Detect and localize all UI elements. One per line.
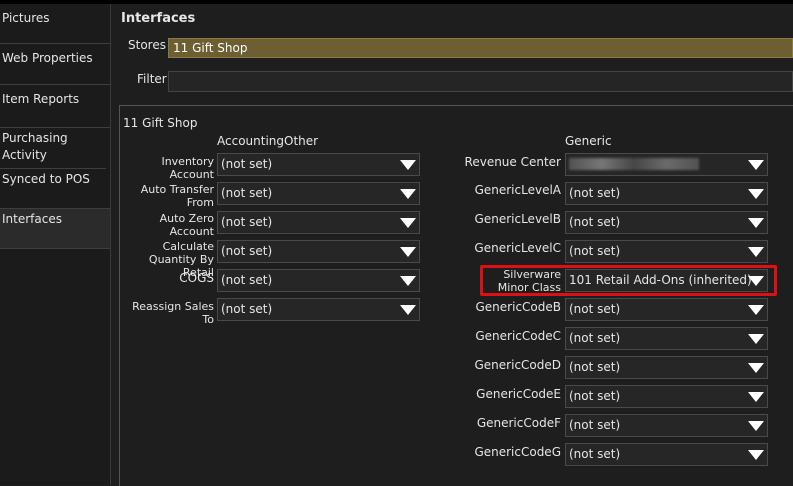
chevron-down-icon [400,218,416,228]
chevron-down-icon [748,363,764,373]
generic-level-c-dropdown[interactable]: (not set) [565,240,768,263]
generic-code-b-label: GenericCodeB [475,300,562,314]
chevron-down-icon [748,160,764,170]
stores-input[interactable]: 11 Gift Shop [168,38,793,58]
generic-level-a-label: GenericLevelA [474,183,561,197]
chevron-down-icon [400,189,416,199]
chevron-down-icon [748,392,764,402]
chevron-down-icon [748,189,764,199]
generic-code-d-label: GenericCodeD [474,358,562,372]
chevron-down-icon [400,305,416,315]
auto-transfer-from-dropdown[interactable]: (not set) [217,182,420,205]
panel-title: 11 Gift Shop [123,116,198,130]
accounting-other-heading: AccountingOther [217,134,319,148]
reassign-sales-to-label: Reassign Sales To [132,300,214,326]
chevron-down-icon [748,334,764,344]
sidebar-item-label: Web Properties [2,51,93,65]
generic-code-g-dropdown[interactable]: (not set) [565,443,768,466]
inventory-account-label: Inventory Account [161,155,214,181]
generic-code-c-dropdown[interactable]: (not set) [565,327,768,350]
auto-transfer-from-label: Auto Transfer From [140,183,214,209]
auto-zero-account-dropdown[interactable]: (not set) [217,211,420,234]
sidebar: Pictures Web Properties Item Reports Pur… [0,4,111,485]
reassign-sales-to-dropdown[interactable]: (not set) [217,298,420,321]
sidebar-item-label: Purchasing Activity [2,131,68,162]
chevron-down-icon [748,421,764,431]
generic-code-f-dropdown[interactable]: (not set) [565,414,768,437]
dropdown-value: (not set) [569,331,621,345]
sidebar-item-label: Synced to POS [2,172,90,186]
dropdown-value: (not set) [221,186,273,200]
store-interfaces-panel: 11 Gift Shop AccountingOther Generic Inv… [119,105,793,486]
chevron-down-icon [748,305,764,315]
generic-level-b-dropdown[interactable]: (not set) [565,211,768,234]
dropdown-value: (not set) [569,418,621,432]
filter-input[interactable] [168,71,793,92]
sidebar-item-label: Pictures [2,11,50,25]
revenue-center-dropdown[interactable] [565,153,768,176]
sidebar-item-synced-to-pos[interactable]: Synced to POS [0,169,110,209]
auto-zero-account-label: Auto Zero Account [159,212,214,238]
sidebar-item-purchasing-activity[interactable]: Purchasing Activity [0,128,106,169]
dropdown-value: (not set) [569,244,621,258]
sidebar-item-label: Interfaces [2,212,62,226]
stores-label: Stores [128,38,166,52]
generic-code-e-dropdown[interactable]: (not set) [565,385,768,408]
dropdown-value: (not set) [569,215,621,229]
dropdown-value: (not set) [221,273,273,287]
cogs-label: COGS [179,271,214,285]
generic-code-b-dropdown[interactable]: (not set) [565,298,768,321]
dropdown-value: (not set) [221,157,273,171]
chevron-down-icon [748,247,764,257]
redacted-value [569,158,699,170]
inventory-account-dropdown[interactable]: (not set) [217,153,420,176]
calculate-quantity-by-retail-dropdown[interactable]: (not set) [217,240,420,263]
main-content: Interfaces Stores 11 Gift Shop Filter 11… [111,4,793,486]
generic-heading: Generic [565,134,612,148]
highlight-annotation-box [480,265,777,296]
generic-code-f-label: GenericCodeF [476,416,561,430]
chevron-down-icon [400,247,416,257]
sidebar-item-interfaces[interactable]: Interfaces [0,209,110,249]
sidebar-item-item-reports[interactable]: Item Reports [0,85,110,128]
sidebar-item-web-properties[interactable]: Web Properties [0,44,110,85]
revenue-center-label: Revenue Center [464,155,561,169]
chevron-down-icon [748,450,764,460]
generic-code-e-label: GenericCodeE [476,387,561,401]
chevron-down-icon [748,218,764,228]
generic-code-d-dropdown[interactable]: (not set) [565,356,768,379]
dropdown-value: (not set) [569,186,621,200]
dropdown-value: (not set) [569,447,621,461]
generic-level-b-label: GenericLevelB [474,212,561,226]
generic-level-c-label: GenericLevelC [474,241,561,255]
sidebar-item-pictures[interactable]: Pictures [0,4,110,44]
generic-level-a-dropdown[interactable]: (not set) [565,182,768,205]
dropdown-value: (not set) [221,302,273,316]
chevron-down-icon [400,276,416,286]
dropdown-value: (not set) [569,360,621,374]
generic-code-c-label: GenericCodeC [475,329,561,343]
sidebar-item-label: Item Reports [2,92,80,106]
dropdown-value: (not set) [221,244,273,258]
dropdown-value: (not set) [221,215,273,229]
cogs-dropdown[interactable]: (not set) [217,269,420,292]
page-title: Interfaces [121,11,196,26]
dropdown-value: (not set) [569,302,621,316]
filter-label: Filter [137,72,167,86]
dropdown-value: (not set) [569,389,621,403]
generic-code-g-label: GenericCodeG [474,445,561,459]
chevron-down-icon [400,160,416,170]
